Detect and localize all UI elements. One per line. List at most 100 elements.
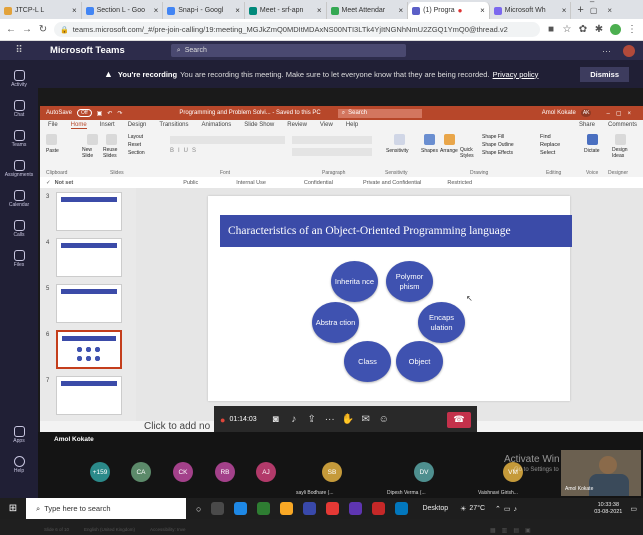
more-options-icon[interactable]: ···	[602, 46, 611, 56]
quick-styles-button[interactable]: Quick Styles	[460, 147, 478, 159]
font-selector[interactable]	[170, 136, 285, 144]
close-icon[interactable]: ×	[154, 6, 159, 15]
comments-button[interactable]: Comments	[608, 122, 637, 128]
address-bar[interactable]: 🔒 teams.microsoft.com/_#/pre-join-callin…	[54, 22, 540, 37]
browser-tab[interactable]: Microsoft Wh ×	[490, 2, 572, 19]
forward-icon[interactable]: →	[22, 24, 32, 35]
share-screen-icon[interactable]: ⇪	[303, 414, 321, 425]
camera-icon[interactable]: ■	[546, 24, 556, 35]
shape-effects-button[interactable]: Shape Effects	[482, 150, 513, 156]
raise-hand-icon[interactable]: ✋	[339, 414, 357, 425]
taskbar-app-icon[interactable]	[257, 502, 271, 515]
profile-avatar[interactable]	[610, 24, 621, 35]
arrange-icon[interactable]	[444, 134, 455, 145]
browser-tab[interactable]: Meet - srf-apn ×	[245, 2, 327, 19]
participant-avatar[interactable]: SB	[322, 462, 342, 482]
tab-animations[interactable]: Animations	[202, 122, 232, 128]
accessibility-status[interactable]: Accessibility: Inve	[150, 527, 186, 532]
participant-avatar[interactable]: AJ	[256, 462, 276, 482]
puzzle-icon[interactable]: ✱	[594, 24, 604, 35]
sensitivity-button[interactable]: Sensitivity	[386, 148, 409, 154]
layout-button[interactable]: Layout	[128, 134, 143, 140]
mic-off-icon[interactable]: ♪	[285, 414, 303, 425]
undo-icon[interactable]: ↶	[107, 110, 112, 117]
reload-icon[interactable]: ↻	[38, 24, 48, 35]
camera-off-icon[interactable]: ◙	[267, 414, 285, 425]
browser-tab[interactable]: Section L - Goo ×	[82, 2, 164, 19]
rail-item-help[interactable]: Help	[0, 456, 38, 474]
clock[interactable]: 10:33:38 03-08-2021	[594, 502, 622, 515]
slide-thumbnail[interactable]	[56, 284, 122, 323]
redo-icon[interactable]: ↷	[117, 110, 122, 117]
participants-icon[interactable]: ☺	[375, 414, 393, 425]
tab-home[interactable]: Home	[70, 122, 87, 129]
shape-fill-button[interactable]: Shape Fill	[482, 134, 504, 140]
browser-tab[interactable]: JTCP-L L ×	[0, 2, 82, 19]
participant-avatar[interactable]: CK	[173, 462, 193, 482]
taskbar-app-icon[interactable]	[234, 502, 248, 515]
tab-review[interactable]: Review	[287, 122, 307, 128]
paste-icon[interactable]	[46, 134, 57, 145]
more-actions-icon[interactable]: ···	[321, 414, 339, 425]
close-icon[interactable]: ×	[398, 6, 403, 15]
shape-outline-button[interactable]: Shape Outline	[482, 142, 514, 148]
taskbar-app-icon[interactable]	[372, 502, 386, 515]
replace-button[interactable]: Replace	[540, 142, 560, 148]
rail-item-files[interactable]: Files	[0, 250, 38, 268]
select-button[interactable]: Select	[540, 150, 555, 156]
paste-button[interactable]: Paste	[46, 148, 59, 154]
tab-transitions[interactable]: Transitions	[159, 122, 188, 128]
save-icon[interactable]: ▣	[97, 110, 103, 117]
tab-view[interactable]: View	[320, 122, 333, 128]
new-slide-icon[interactable]	[87, 134, 98, 145]
windows-start-icon[interactable]: ⊞	[0, 503, 26, 514]
current-slide[interactable]: Characteristics of an Object-Oriented Pr…	[208, 196, 572, 401]
sensitivity-confidential[interactable]: Confidential	[304, 180, 333, 186]
desktop-toolbar[interactable]: Desktop	[422, 505, 448, 512]
shapes-button[interactable]: Shapes	[421, 148, 438, 154]
more-icon[interactable]: ⋮	[627, 24, 637, 35]
participant-avatar[interactable]: RB	[215, 462, 235, 482]
taskbar-search-input[interactable]: ⌕ Type here to search	[26, 498, 186, 519]
chat-icon[interactable]: ✉	[357, 414, 375, 425]
task-view-icon[interactable]: ○	[196, 504, 201, 514]
taskbar-app-icon[interactable]	[395, 502, 409, 515]
participant-overflow[interactable]: +159	[90, 462, 110, 482]
slide-thumbnail[interactable]	[56, 192, 122, 231]
browser-tab[interactable]: Snap-i - Googl ×	[163, 2, 245, 19]
sensitivity-private[interactable]: Private and Confidential	[363, 180, 421, 186]
close-icon[interactable]: ×	[317, 6, 322, 15]
close-icon[interactable]: ×	[480, 6, 485, 15]
window-controls[interactable]: –▢×	[590, 0, 635, 15]
rail-item-assignments[interactable]: Assignments	[0, 160, 38, 178]
user-avatar[interactable]	[623, 44, 635, 57]
paragraph-tools[interactable]	[292, 136, 372, 144]
rail-item-calls[interactable]: Calls	[0, 220, 38, 238]
ppt-window-controls[interactable]: –▢×	[606, 110, 637, 117]
new-slide-button[interactable]: New Slide	[82, 147, 102, 159]
close-icon[interactable]: ×	[562, 6, 567, 15]
dismiss-button[interactable]: Dismiss	[580, 66, 629, 82]
rail-item-activity[interactable]: Activity	[0, 70, 38, 88]
weather-temp[interactable]: 27°C	[469, 505, 485, 512]
browser-tab[interactable]: Meet Attendar ×	[327, 2, 409, 19]
notification-icon[interactable]: ▭	[630, 505, 637, 513]
hang-up-button[interactable]: ☎	[447, 411, 471, 428]
dictate-button[interactable]: Dictate	[584, 148, 600, 154]
find-button[interactable]: Find	[540, 134, 551, 140]
close-icon[interactable]: ×	[72, 6, 77, 15]
new-tab-icon[interactable]: +	[577, 4, 583, 16]
taskbar-app-icon[interactable]	[280, 502, 294, 515]
font-format-icons[interactable]: BIUS	[170, 148, 200, 154]
alignment-tools[interactable]	[292, 148, 372, 156]
tab-slideshow[interactable]: Slide Show	[244, 122, 274, 128]
tab-design[interactable]: Design	[128, 122, 147, 128]
reset-button[interactable]: Reset	[128, 142, 141, 148]
reuse-slides-button[interactable]: Reuse Slides	[103, 147, 123, 159]
rail-item-chat[interactable]: Chat	[0, 100, 38, 118]
taskbar-app-icon[interactable]	[303, 502, 317, 515]
rail-item-teams[interactable]: Teams	[0, 130, 38, 148]
taskbar-app-icon[interactable]	[349, 502, 363, 515]
tab-insert[interactable]: Insert	[100, 122, 115, 128]
search-input[interactable]: ⌕ Search	[170, 44, 406, 57]
